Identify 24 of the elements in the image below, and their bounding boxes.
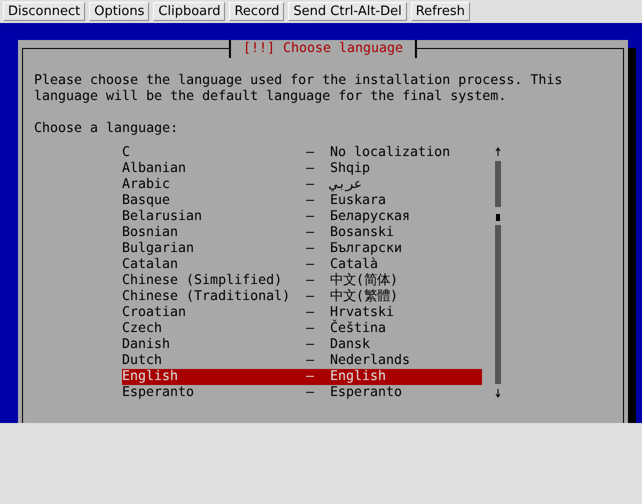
language-option[interactable]: C – No localization xyxy=(122,145,482,161)
prompt-text: Choose a language: xyxy=(34,121,180,137)
dialog-title: [!!] Choose language xyxy=(228,40,418,58)
language-option[interactable]: English – English xyxy=(122,369,482,385)
language-option[interactable]: Chinese (Simplified) – 中文(简体) xyxy=(122,273,482,289)
language-option[interactable]: Albanian – Shqip xyxy=(122,161,482,177)
language-option[interactable]: Bosnian – Bosanski xyxy=(122,225,482,241)
language-option[interactable]: Catalan – Català xyxy=(122,257,482,273)
language-option[interactable]: Belarusian – Беларуская xyxy=(122,209,482,225)
toolbar-button[interactable]: Refresh xyxy=(410,2,470,21)
toolbar-button[interactable]: Clipboard xyxy=(153,2,226,21)
language-option[interactable]: Danish – Dansk xyxy=(122,337,482,353)
language-option[interactable]: Dutch – Nederlands xyxy=(122,353,482,369)
language-option[interactable]: Basque – Euskara xyxy=(122,193,482,209)
language-option[interactable]: Bulgarian – Български xyxy=(122,241,482,257)
toolbar-button[interactable]: Options xyxy=(89,2,150,21)
language-option[interactable]: Croatian – Hrvatski xyxy=(122,305,482,321)
language-option[interactable]: Chinese (Traditional) – 中文(繁體) xyxy=(122,289,482,305)
toolbar-button[interactable]: Disconnect xyxy=(3,2,86,21)
language-option[interactable]: Esperanto – Esperanto xyxy=(122,385,482,401)
toolbar-button[interactable]: Send Ctrl-Alt-Del xyxy=(288,2,407,21)
language-option[interactable]: Czech – Čeština xyxy=(122,321,482,337)
description-text: Please choose the language used for the installation process. This language will be the default language for the final system. xyxy=(34,73,564,105)
toolbar-button[interactable]: Record xyxy=(229,2,284,21)
